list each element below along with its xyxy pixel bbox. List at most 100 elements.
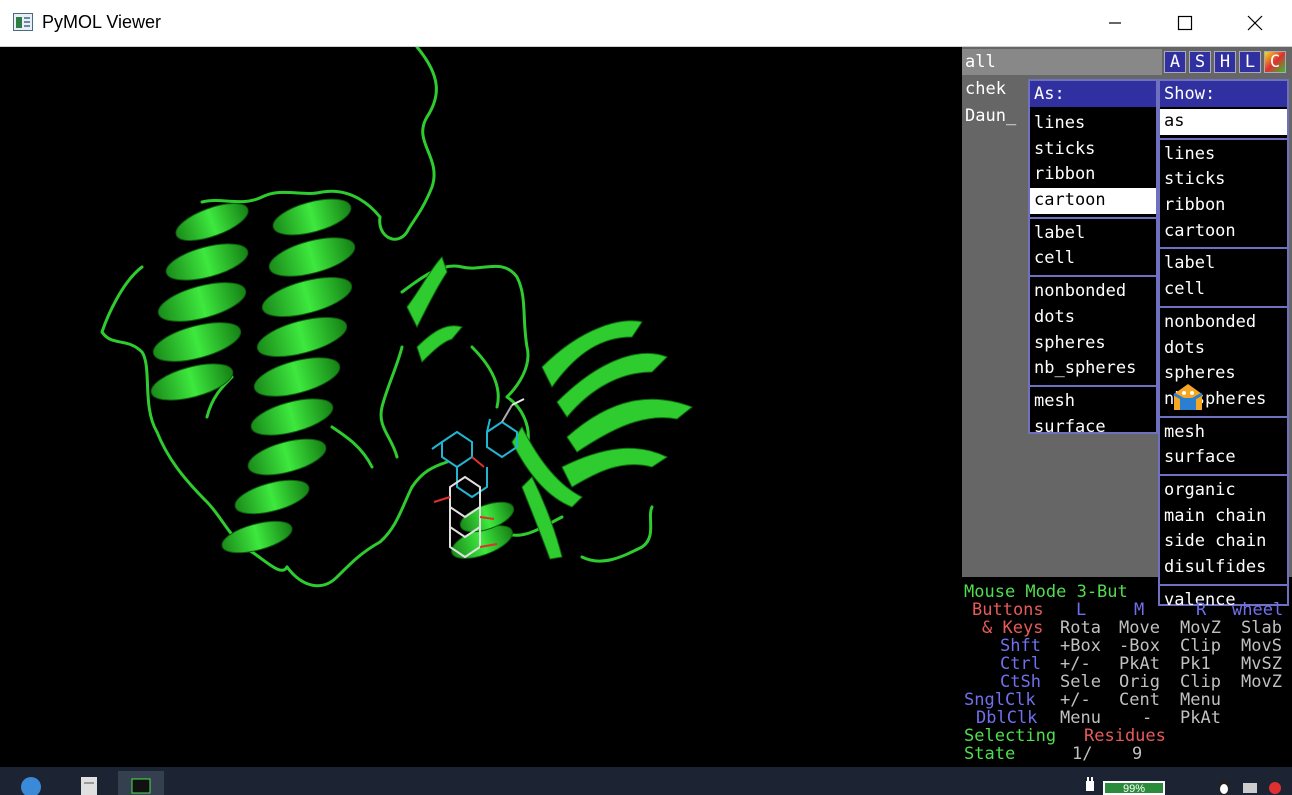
- minimize-icon: [1109, 22, 1121, 24]
- show-disulfides[interactable]: disulfides: [1160, 555, 1287, 581]
- show-main-chain[interactable]: main chain: [1160, 504, 1287, 530]
- as-dots[interactable]: dots: [1030, 305, 1156, 331]
- show-lines[interactable]: lines: [1160, 142, 1287, 168]
- binding-cell: Orig: [1119, 672, 1160, 692]
- watermark-logo-icon: [1173, 384, 1203, 410]
- show-ribbon[interactable]: ribbon: [1160, 193, 1287, 219]
- mouse-mode-title: Mouse Mode 3-But: [964, 582, 1128, 602]
- modifier-label: SnglClk: [964, 690, 1036, 710]
- mouse-mode-panel: Mouse Mode 3-But Buttons L M R wheel & K…: [962, 583, 1292, 767]
- minimize-button[interactable]: [1080, 0, 1150, 46]
- pymol-task-icon[interactable]: [118, 771, 164, 795]
- tray-penguin-icon[interactable]: [1215, 771, 1233, 795]
- as-mesh[interactable]: mesh: [1030, 389, 1156, 415]
- show-mesh[interactable]: mesh: [1160, 420, 1287, 446]
- pymol-app-icon: [13, 13, 33, 31]
- notepad-icon[interactable]: [76, 771, 102, 795]
- start-icon[interactable]: [18, 771, 44, 795]
- show-dots[interactable]: dots: [1160, 336, 1287, 362]
- as-nb-spheres[interactable]: nb_spheres: [1030, 356, 1156, 382]
- molecular-viewport[interactable]: [2, 47, 961, 767]
- as-cartoon[interactable]: cartoon: [1030, 188, 1156, 214]
- label-button[interactable]: L: [1239, 51, 1261, 73]
- binding-cell: Pk1: [1180, 654, 1211, 674]
- protein-cartoon-render: [100, 47, 693, 588]
- modifier-label: Shft: [1000, 636, 1041, 656]
- buttons-label: Buttons: [972, 600, 1044, 620]
- as-menu: As: lines sticks ribbon cartoon label ce…: [1028, 79, 1158, 437]
- modifier-label: CtSh: [1000, 672, 1041, 692]
- show-label[interactable]: label: [1160, 251, 1287, 277]
- show-as[interactable]: as: [1160, 109, 1287, 135]
- show-nonbonded[interactable]: nonbonded: [1160, 310, 1287, 336]
- binding-cell: Cent: [1119, 690, 1160, 710]
- window-title: PyMOL Viewer: [42, 12, 162, 32]
- binding-cell: Sele: [1060, 672, 1101, 692]
- binding-cell: PkAt: [1119, 654, 1160, 674]
- as-ribbon[interactable]: ribbon: [1030, 162, 1156, 188]
- show-organic[interactable]: organic: [1160, 478, 1287, 504]
- binding-cell: Clip: [1180, 672, 1221, 692]
- action-button[interactable]: A: [1164, 51, 1186, 73]
- show-button[interactable]: S: [1189, 51, 1211, 73]
- binding-cell: Menu: [1180, 690, 1221, 710]
- show-cartoon[interactable]: cartoon: [1160, 219, 1287, 245]
- binding-cell: PkAt: [1180, 708, 1221, 728]
- binding-cell: +Box: [1060, 636, 1101, 656]
- object-row-daun[interactable]: Daun_: [962, 103, 1028, 129]
- taskbar: [0, 767, 1292, 795]
- show-surface[interactable]: surface: [1160, 445, 1287, 471]
- maximize-button[interactable]: [1150, 0, 1220, 46]
- as-label[interactable]: label: [1030, 221, 1156, 247]
- binding-cell: +/-: [1060, 690, 1091, 710]
- show-menu-header: Show:: [1160, 81, 1287, 107]
- show-side-chain[interactable]: side chain: [1160, 529, 1287, 555]
- power-plug-icon[interactable]: [1080, 771, 1100, 795]
- object-row-all[interactable]: all: [962, 49, 1162, 75]
- as-spheres[interactable]: spheres: [1030, 331, 1156, 357]
- as-menu-header: As:: [1030, 81, 1156, 107]
- close-button[interactable]: [1220, 0, 1290, 46]
- selecting-value[interactable]: Residues: [1084, 727, 1166, 745]
- binding-cell: Menu: [1060, 708, 1101, 728]
- binding-cell: MovZ: [1241, 672, 1282, 692]
- col-l: L: [1076, 600, 1087, 620]
- title-bar: PyMOL Viewer: [0, 0, 1292, 47]
- close-icon: [1247, 15, 1263, 31]
- tray-app-icon[interactable]: [1265, 771, 1285, 795]
- binding-cell: Slab: [1241, 618, 1282, 638]
- binding-cell: -: [1142, 708, 1153, 728]
- binding-cell: MovS: [1241, 636, 1282, 656]
- col-wheel: wheel: [1232, 600, 1284, 620]
- color-button[interactable]: C: [1264, 51, 1286, 73]
- battery-indicator[interactable]: 99%: [1103, 781, 1165, 795]
- binding-cell: Rota: [1060, 618, 1101, 638]
- modifier-label: Ctrl: [1000, 654, 1041, 674]
- hide-button[interactable]: H: [1214, 51, 1236, 73]
- col-r: R: [1196, 600, 1207, 620]
- tray-network-icon[interactable]: [1240, 771, 1260, 795]
- maximize-icon: [1177, 15, 1193, 31]
- binding-cell: +/-: [1060, 654, 1091, 674]
- keys-label: & Keys: [982, 618, 1044, 638]
- show-menu: Show: as lines sticks ribbon cartoon lab…: [1158, 79, 1289, 610]
- state-label: State: [964, 744, 1016, 764]
- binding-cell: MvSZ: [1241, 654, 1282, 674]
- object-row-chek[interactable]: chek: [962, 76, 1028, 102]
- binding-cell: -Box: [1119, 636, 1160, 656]
- col-m: M: [1134, 600, 1145, 620]
- binding-cell: MovZ: [1180, 618, 1221, 638]
- as-nonbonded[interactable]: nonbonded: [1030, 279, 1156, 305]
- show-sticks[interactable]: sticks: [1160, 167, 1287, 193]
- as-cell[interactable]: cell: [1030, 246, 1156, 272]
- modifier-label: DblClk: [976, 708, 1038, 728]
- as-sticks[interactable]: sticks: [1030, 137, 1156, 163]
- binding-cell: Move: [1119, 618, 1160, 638]
- show-cell[interactable]: cell: [1160, 277, 1287, 303]
- state-value: 1/: [1072, 744, 1093, 764]
- binding-cell: Clip: [1180, 636, 1221, 656]
- selecting-label: Selecting: [964, 726, 1057, 746]
- as-surface[interactable]: surface: [1030, 415, 1156, 441]
- state-total: 9: [1132, 744, 1143, 764]
- as-lines[interactable]: lines: [1030, 111, 1156, 137]
